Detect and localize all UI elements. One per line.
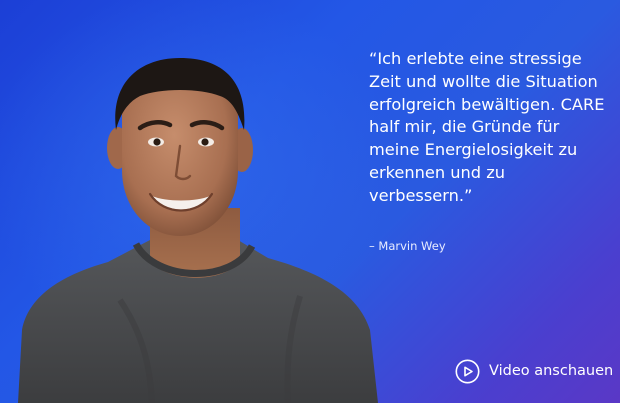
testimonial-card: “Ich erlebte eine stressige Zeit und wol… — [0, 0, 620, 403]
watch-video-label: Video anschauen — [489, 363, 614, 379]
portrait-photo — [18, 58, 378, 403]
testimonial-quote: “Ich erlebte eine stressige Zeit und wol… — [369, 49, 605, 205]
play-circle-icon — [455, 359, 480, 383]
watch-video-button[interactable]: Video anschauen — [455, 357, 613, 385]
testimonial-attribution: – Marvin Wey — [369, 239, 446, 253]
